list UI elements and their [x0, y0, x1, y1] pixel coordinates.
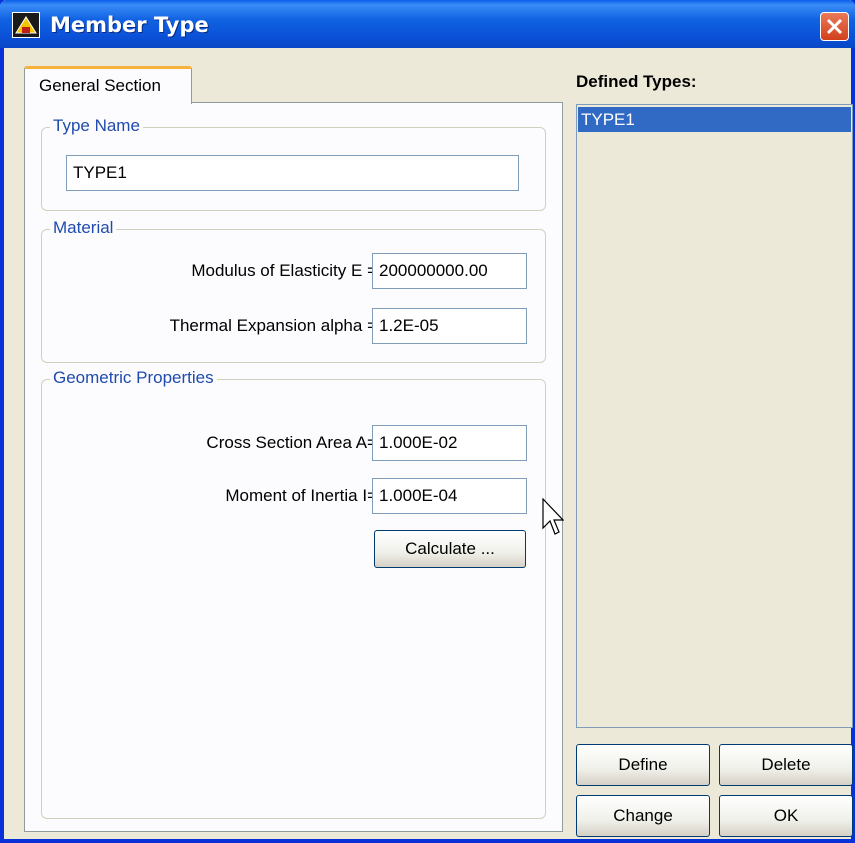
modulus-input[interactable]: 200000000.00	[372, 253, 527, 289]
calculate-button[interactable]: Calculate ...	[374, 530, 526, 568]
type-name-group: Type Name TYPE1	[41, 116, 546, 211]
material-group-label: Material	[50, 218, 117, 238]
member-type-dialog: Member Type General Section Type Name TY…	[0, 0, 855, 843]
thermal-expansion-label: Thermal Expansion alpha =	[169, 316, 377, 335]
list-item[interactable]: TYPE1	[578, 107, 851, 132]
close-button[interactable]	[820, 12, 849, 41]
moment-of-inertia-input[interactable]: 1.000E-04	[372, 478, 527, 514]
type-name-group-label: Type Name	[50, 116, 143, 136]
moment-of-inertia-label: Moment of Inertia I=	[225, 486, 377, 505]
defined-types-label: Defined Types:	[576, 72, 697, 91]
general-section-panel: Type Name TYPE1 Material Modulus of Elas…	[24, 102, 563, 832]
app-icon	[12, 12, 40, 38]
cross-section-area-label: Cross Section Area A=	[206, 433, 377, 452]
close-icon	[826, 18, 843, 35]
defined-types-list[interactable]: TYPE1	[576, 104, 853, 728]
tab-label: General Section	[39, 76, 161, 95]
delete-button[interactable]: Delete	[719, 744, 853, 786]
window-title: Member Type	[50, 13, 209, 37]
thermal-expansion-input[interactable]: 1.2E-05	[372, 308, 527, 344]
geometric-properties-group: Geometric Properties Cross Section Area …	[41, 368, 546, 819]
geometric-properties-group-label: Geometric Properties	[50, 368, 217, 388]
tab-general-section[interactable]: General Section	[24, 66, 192, 104]
title-bar[interactable]: Member Type	[0, 0, 855, 48]
cross-section-area-input[interactable]: 1.000E-02	[372, 425, 527, 461]
modulus-label: Modulus of Elasticity E =	[191, 261, 377, 280]
ok-button[interactable]: OK	[719, 795, 853, 837]
mouse-cursor-icon	[542, 498, 564, 535]
change-button[interactable]: Change	[576, 795, 710, 837]
material-group: Material Modulus of Elasticity E = 20000…	[41, 218, 546, 363]
type-name-input[interactable]: TYPE1	[66, 155, 519, 191]
define-button[interactable]: Define	[576, 744, 710, 786]
